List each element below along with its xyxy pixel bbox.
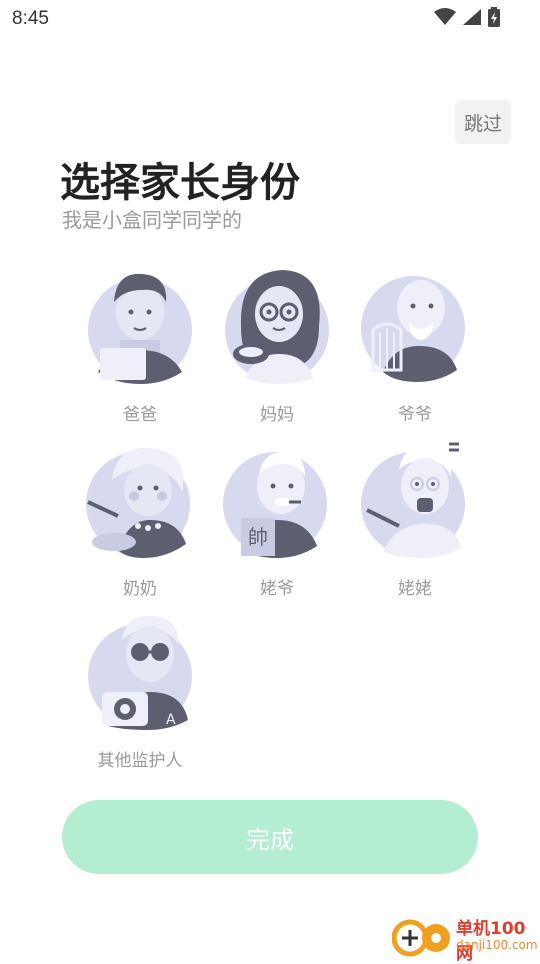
- role-label: 爷爷: [398, 405, 432, 425]
- role-option-other-guardian[interactable]: A 其他监护人: [70, 612, 210, 771]
- wifi-icon: [434, 8, 456, 25]
- signal-icon: [463, 9, 481, 25]
- done-button[interactable]: 完成: [62, 800, 478, 874]
- status-time: 8:45: [12, 8, 49, 29]
- maternal-grandpa-avatar: 帥: [223, 452, 327, 558]
- mom-avatar: [225, 270, 329, 384]
- role-option-maternal-grandma[interactable]: 姥姥: [345, 440, 485, 599]
- status-icons: [434, 7, 500, 27]
- role-label: 姥爷: [260, 579, 294, 599]
- role-option-maternal-grandpa[interactable]: 帥 姥爷: [207, 440, 347, 599]
- role-label: 奶奶: [123, 579, 157, 599]
- role-label: 妈妈: [260, 405, 294, 425]
- guardian-avatar: A: [88, 615, 192, 730]
- watermark-logo-icon: [391, 919, 450, 957]
- svg-text:A: A: [166, 712, 176, 728]
- paternal-grandma-avatar: [86, 447, 190, 558]
- role-label: 姥姥: [398, 579, 432, 599]
- watermark-subtitle: danji100.com: [456, 938, 538, 952]
- dad-avatar: [88, 273, 192, 384]
- role-option-mom[interactable]: 妈妈: [207, 262, 347, 425]
- role-option-dad[interactable]: 爸爸: [70, 262, 210, 425]
- watermark: 单机100网 danji100.com: [391, 912, 540, 964]
- status-bar: 8:45: [0, 0, 540, 36]
- page-subtitle: 我是小盒同学同学的: [62, 208, 242, 232]
- badge-text: 帥: [248, 525, 268, 549]
- role-option-paternal-grandma[interactable]: 奶奶: [70, 440, 210, 599]
- battery-icon: [488, 7, 500, 27]
- page-title: 选择家长身份: [60, 160, 300, 206]
- role-label: 其他监护人: [97, 751, 183, 771]
- role-option-paternal-grandpa[interactable]: 爷爷: [345, 262, 485, 425]
- skip-button[interactable]: 跳过: [455, 100, 511, 144]
- maternal-grandma-avatar: [361, 442, 465, 558]
- role-label: 爸爸: [123, 405, 157, 425]
- paternal-grandpa-avatar: [361, 276, 465, 382]
